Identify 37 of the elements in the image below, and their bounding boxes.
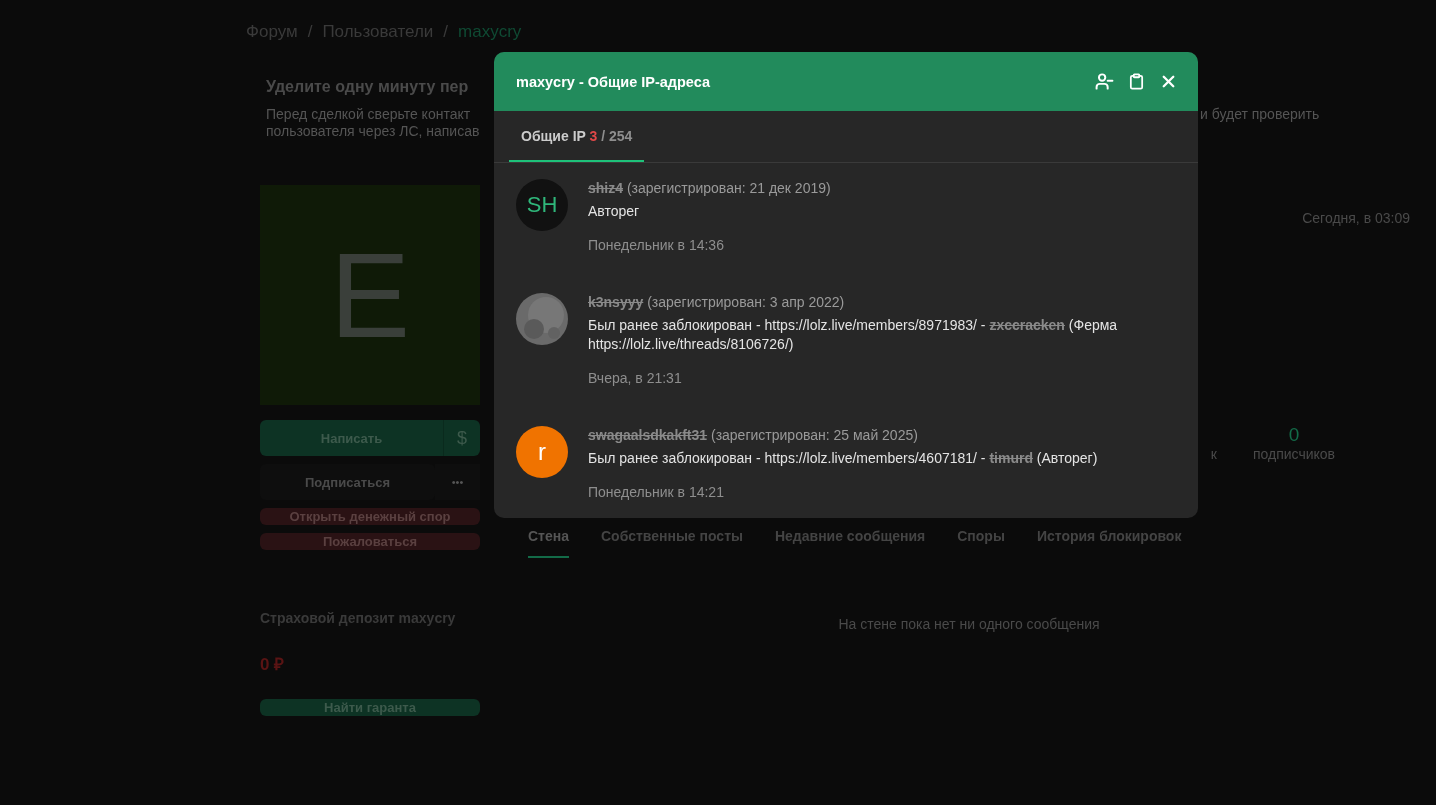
stat-label: к: [1210, 446, 1217, 462]
breadcrumb-link[interactable]: maxycry: [458, 22, 522, 42]
entry-time: Понедельник в 14:21: [588, 483, 725, 502]
username-link[interactable]: k3nsyyy: [588, 294, 644, 310]
notice-title: Уделите одну минуту пер: [266, 78, 470, 96]
breadcrumb-separator: /: [307, 22, 313, 42]
modal-tab[interactable]: Общие IP 3 / 254: [509, 111, 645, 162]
profile-tab[interactable]: История блокировок: [1036, 528, 1182, 558]
stat-value: 0: [1288, 424, 1300, 446]
entry-time: Вчера, в 21:31: [588, 369, 683, 388]
profile-tab[interactable]: Стена: [528, 528, 569, 558]
registration-date: (зарегистрирован: 21 дек 2019): [626, 180, 831, 196]
profile-tab[interactable]: Собственные посты: [601, 528, 743, 558]
last-seen-time: Сегодня, в 03:09: [1302, 210, 1410, 226]
username-link[interactable]: swagaalsdkakft31: [588, 427, 708, 443]
clipboard-icon[interactable]: [1128, 73, 1145, 90]
profile-tab[interactable]: Недавние сообщения: [774, 528, 926, 558]
registration-date: (зарегистрирован: 3 апр 2022): [647, 294, 845, 310]
deposit-amount: 0 ₽: [260, 654, 286, 675]
stat-label: подписчиков: [1252, 446, 1335, 462]
user-avatar[interactable]: r: [516, 426, 568, 478]
username-link[interactable]: shiz4: [588, 180, 623, 196]
entry-message: Авторег: [588, 202, 641, 221]
empty-wall-message: На стене пока нет ни одного сообщения: [837, 616, 1101, 632]
user-avatar[interactable]: SH: [516, 179, 568, 231]
notice-text: и будет проверить: [1200, 106, 1320, 124]
entry-time: Понедельник в 14:36: [588, 236, 725, 255]
notice-text: Перед сделкой сверьте контакт: [266, 106, 472, 123]
registration-date: (зарегистрирован: 25 май 2025): [710, 427, 918, 443]
money-button[interactable]: $: [443, 420, 480, 456]
user-minus-icon[interactable]: [1095, 72, 1114, 91]
entry-message: Был ранее заблокирован - https://lolz.live/members/8971983/ - zxccracken (Ферма https://lolz.live/threads/8106726/): [588, 316, 1119, 354]
profile-tab[interactable]: Споры: [957, 528, 1005, 558]
entry-message: Был ранее заблокирован - https://lolz.live/members/4607181/ - timurd (Авторег): [588, 449, 1098, 468]
notice-text: пользователя через ЛС, написав: [266, 123, 481, 140]
modal-title: maxycry - Общие IP-адреса: [516, 73, 712, 90]
breadcrumb-separator: /: [443, 22, 449, 42]
